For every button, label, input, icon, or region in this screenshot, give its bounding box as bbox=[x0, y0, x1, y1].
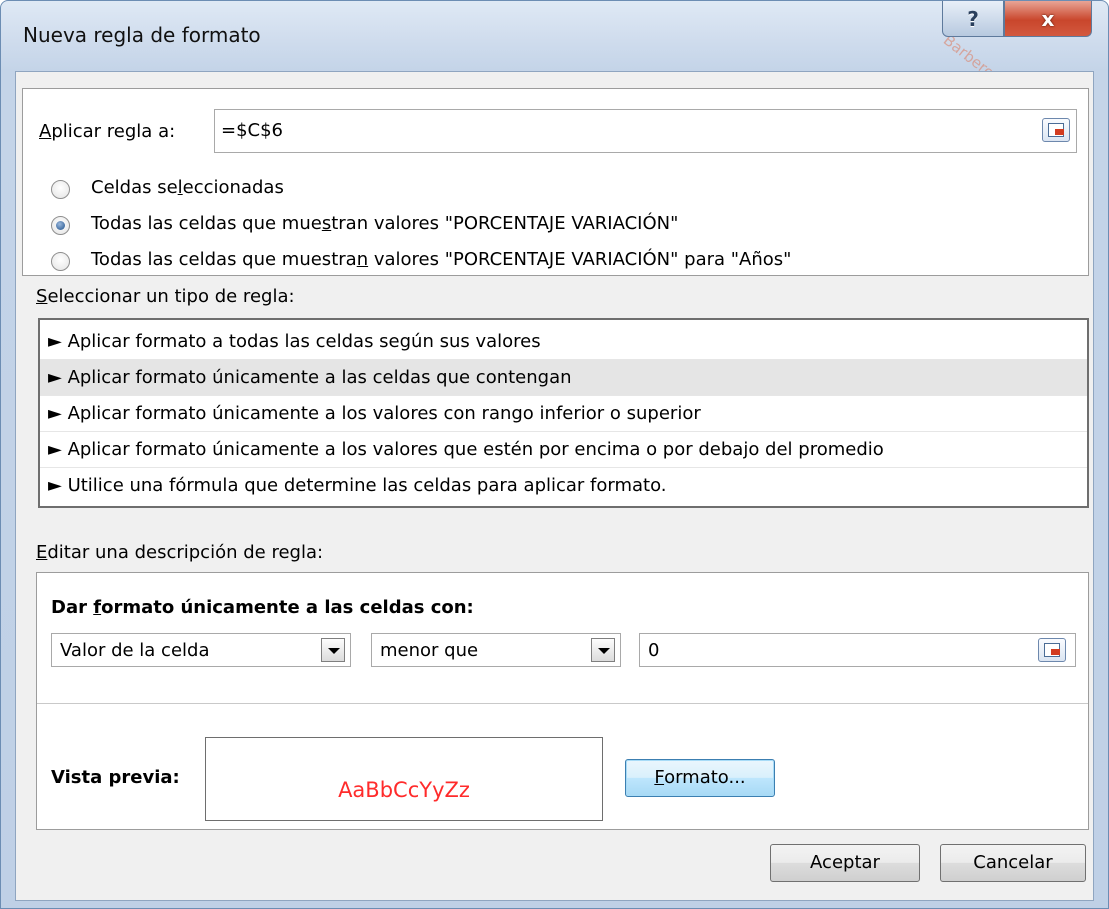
radio-2-hotkey: n bbox=[356, 249, 369, 270]
format-heading-hotkey: f bbox=[93, 597, 102, 618]
help-button[interactable]: ? bbox=[942, 1, 1004, 37]
apply-rule-hotkey: A bbox=[39, 121, 52, 142]
divider bbox=[37, 703, 1088, 704]
radio-2-text-a: Todas las celdas que muestra bbox=[91, 249, 357, 270]
operator-value: menor que bbox=[380, 640, 479, 661]
rule-type-item-selected[interactable]: ► Aplicar formato únicamente a las celda… bbox=[40, 360, 1087, 396]
format-heading-text-b: ormato únicamente a las celdas con: bbox=[101, 597, 474, 618]
apply-rule-label: Aplicar regla a: bbox=[39, 121, 175, 142]
range-selector-arrow-icon bbox=[1051, 649, 1060, 655]
format-button-label: ormato... bbox=[664, 767, 746, 788]
radio-all-cells-years[interactable] bbox=[51, 252, 70, 271]
radio-2-text-b: valores "PORCENTAJE VARIACIÓN" para "Año… bbox=[368, 249, 792, 270]
preview-box: AaBbCcYyZz bbox=[205, 737, 603, 821]
radio-selected-cells-label[interactable]: Celdas seleccionadas bbox=[91, 177, 284, 198]
apply-rule-range-value: =$C$6 bbox=[221, 120, 284, 141]
range-selector-button[interactable] bbox=[1042, 118, 1070, 142]
rule-type-list[interactable]: ► Aplicar formato a todas las celdas seg… bbox=[38, 318, 1089, 508]
rule-type-item[interactable]: ► Aplicar formato a todas las celdas seg… bbox=[40, 324, 1087, 360]
description-label-text: ditar una descripción de regla: bbox=[47, 542, 324, 563]
help-icon: ? bbox=[967, 6, 979, 31]
cancel-button[interactable]: Cancelar bbox=[940, 844, 1086, 882]
rule-description-group: Dar formato únicamente a las celdas con:… bbox=[36, 572, 1089, 830]
radio-selected-cells[interactable] bbox=[51, 180, 70, 199]
radio-all-cells-years-label[interactable]: Todas las celdas que muestran valores "P… bbox=[91, 249, 791, 270]
range-selector-arrow-icon bbox=[1055, 129, 1064, 135]
chevron-down-icon[interactable] bbox=[321, 638, 345, 662]
radio-all-cells-value-label[interactable]: Todas las celdas que muestran valores "P… bbox=[91, 213, 678, 234]
apply-rule-label-text: plicar regla a: bbox=[51, 121, 176, 142]
description-hotkey: E bbox=[36, 542, 48, 563]
rule-type-label-text: eleccionar un tipo de regla: bbox=[47, 286, 295, 307]
value-input[interactable]: 0 bbox=[639, 633, 1076, 667]
operator-select[interactable]: menor que bbox=[371, 633, 621, 667]
radio-1-text-b: tran valores "PORCENTAJE VARIACIÓN" bbox=[331, 213, 679, 234]
rule-type-item[interactable]: ► Utilice una fórmula que determine las … bbox=[40, 468, 1087, 504]
range-selector-button[interactable] bbox=[1038, 638, 1066, 662]
rule-type-item[interactable]: ► Aplicar formato únicamente a los valor… bbox=[40, 432, 1087, 468]
format-heading-text-a: Dar bbox=[51, 597, 94, 618]
preview-label: Vista previa: bbox=[51, 767, 180, 788]
description-label: Editar una descripción de regla: bbox=[36, 542, 323, 563]
format-only-heading: Dar formato únicamente a las celdas con: bbox=[51, 597, 474, 618]
radio-0-text-a: Celdas se bbox=[91, 177, 178, 198]
apply-rule-range-input[interactable]: =$C$6 bbox=[214, 109, 1077, 153]
value-input-text: 0 bbox=[648, 640, 660, 661]
dialog-body: Aplicar regla a: =$C$6 Celdas selecciona… bbox=[15, 71, 1094, 901]
title-bar[interactable]: Nueva regla de formato Barbero José - b4… bbox=[1, 1, 1108, 131]
radio-0-text-b: eccionadas bbox=[182, 177, 284, 198]
dialog-window: Nueva regla de formato Barbero José - b4… bbox=[0, 0, 1109, 909]
ok-button[interactable]: Aceptar bbox=[770, 844, 920, 882]
dialog-title: Nueva regla de formato bbox=[23, 23, 261, 47]
radio-1-text-a: Todas las celdas que mue bbox=[91, 213, 322, 234]
close-icon: x bbox=[1041, 6, 1055, 31]
condition-type-select[interactable]: Valor de la celda bbox=[51, 633, 351, 667]
radio-1-hotkey: s bbox=[321, 213, 332, 234]
apply-rule-group: Aplicar regla a: =$C$6 Celdas selecciona… bbox=[22, 88, 1089, 276]
close-button[interactable]: x bbox=[1004, 1, 1092, 37]
condition-type-value: Valor de la celda bbox=[60, 640, 210, 661]
chevron-down-icon[interactable] bbox=[591, 638, 615, 662]
rule-type-hotkey: S bbox=[36, 286, 48, 307]
format-button[interactable]: Formato... bbox=[625, 759, 775, 797]
rule-type-item[interactable]: ► Aplicar formato únicamente a los valor… bbox=[40, 396, 1087, 432]
preview-sample-text: AaBbCcYyZz bbox=[338, 778, 470, 802]
format-button-hotkey: F bbox=[654, 767, 665, 788]
radio-all-cells-value[interactable] bbox=[51, 216, 70, 235]
rule-type-label: Seleccionar un tipo de regla: bbox=[36, 286, 295, 307]
